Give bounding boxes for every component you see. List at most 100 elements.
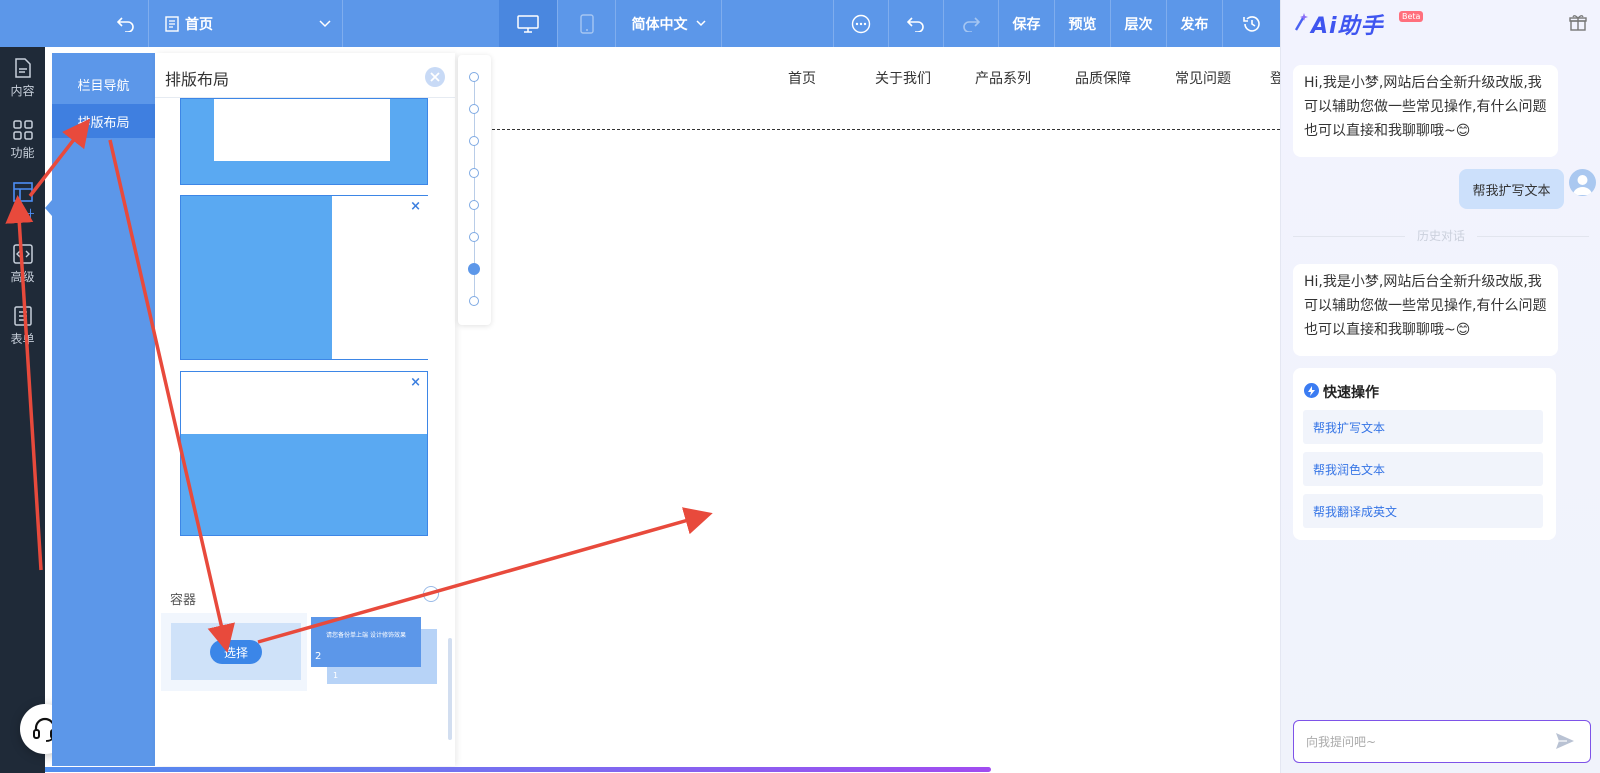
history-button[interactable] <box>1222 0 1280 47</box>
layout-thumb-top-frame[interactable] <box>180 98 428 185</box>
container-card-2[interactable]: 请您备份单上端 设计修饰效果 2 1 <box>311 613 441 691</box>
redo-icon <box>963 16 980 32</box>
rail-item-form[interactable]: 表单 <box>0 295 45 357</box>
site-nav-item[interactable]: 产品系列 <box>975 68 1031 88</box>
rail-item-features[interactable]: 功能 <box>0 109 45 171</box>
stepper-dot[interactable] <box>468 263 480 275</box>
assistant-greeting-bubble-2: Hi,我是小梦,网站后台全新升级改版,我可以辅助您做一些常见操作,有什么问题也可… <box>1293 264 1558 356</box>
stepper-dot[interactable] <box>469 232 479 242</box>
rail-item-label: 高级 <box>10 269 35 284</box>
form-icon <box>13 305 32 326</box>
panel-title: 排版布局 <box>165 70 230 89</box>
greeting-text: Hi,我是小梦,网站后台全新升级改版,我可以辅助您做一些常见操作,有什么问题也可… <box>1304 274 1547 338</box>
code-icon <box>12 243 33 264</box>
panel-scrollbar[interactable] <box>448 638 452 740</box>
publish-button[interactable]: 发布 <box>1166 0 1222 47</box>
language-label: 简体中文 <box>631 16 688 33</box>
quick-action-polish[interactable]: 帮我润色文本 <box>1303 452 1543 486</box>
ai-assistant-panel: Ai助手 Beta Hi,我是小梦,网站后台全新升级改版,我可以辅助您做一些常见… <box>1280 0 1600 773</box>
document-icon <box>14 57 31 78</box>
rail-item-label: 表单 <box>10 331 35 346</box>
more-dots-icon <box>851 14 871 33</box>
send-icon[interactable] <box>1555 732 1575 750</box>
undo-button[interactable] <box>888 0 943 47</box>
container-card-2-front: 请您备份单上端 设计修饰效果 <box>311 617 421 667</box>
site-header-divider <box>492 129 1280 130</box>
smile-emoji: 😊 <box>1455 123 1471 139</box>
history-divider: 历史对话 <box>1293 227 1589 244</box>
thumb-white-area <box>214 99 390 161</box>
site-nav-item[interactable]: 关于我们 <box>875 68 931 88</box>
save-button[interactable]: 保存 <box>998 0 1054 47</box>
panel-close-button[interactable] <box>425 67 445 87</box>
smile-emoji: 😊 <box>1455 322 1471 338</box>
page-selector[interactable]: 首页 <box>148 0 342 47</box>
stepper-dot[interactable] <box>469 136 479 146</box>
close-icon <box>430 72 440 82</box>
quick-actions-card: 快速操作 帮我扩写文本 帮我润色文本 帮我翻译成英文 <box>1293 368 1556 540</box>
stepper-dot[interactable] <box>469 104 479 114</box>
more-button[interactable] <box>833 0 888 47</box>
quick-action-translate[interactable]: 帮我翻译成英文 <box>1303 494 1543 528</box>
undo-arrow-icon <box>117 16 134 32</box>
subnav-item-column-nav[interactable]: 栏目导航 <box>52 67 155 101</box>
rail-item-label: 内容 <box>10 83 35 98</box>
stepper-dot[interactable] <box>469 200 479 210</box>
toolbar-divider <box>721 0 722 47</box>
stepper-dot[interactable] <box>469 168 479 178</box>
redo-button[interactable] <box>943 0 998 47</box>
container-section-label: 容器 <box>170 593 197 608</box>
subnav-item-layout[interactable]: 排版布局 <box>52 104 155 138</box>
remove-layout-icon[interactable]: × <box>410 200 421 214</box>
preview-button[interactable]: 预览 <box>1054 0 1110 47</box>
back-button[interactable] <box>104 0 148 47</box>
gift-icon[interactable] <box>1569 14 1587 32</box>
chevron-down-icon <box>319 20 331 28</box>
rail-item-content[interactable]: 内容 <box>0 47 45 109</box>
stepper-dot[interactable] <box>469 72 479 82</box>
rail-item-design[interactable]: 设计 <box>0 171 45 233</box>
user-avatar <box>1569 169 1596 196</box>
layout-panel: 排版布局 × × 容器 选择 请您备份单上端 设计修饰效果 2 1 <box>155 53 455 766</box>
top-toolbar: 首页 简体中文 保存 预览 层次 发布 <box>0 0 1280 47</box>
container-card-2-number: 2 <box>315 651 322 662</box>
history-clock-icon <box>1242 15 1260 32</box>
thumb-white-area <box>181 372 427 434</box>
beta-badge: Beta <box>1399 11 1424 22</box>
rail-item-advanced[interactable]: 高级 <box>0 233 45 295</box>
layout-thumb-two-row[interactable]: × <box>180 371 428 536</box>
layout-thumb-two-column[interactable]: × <box>180 195 428 360</box>
page-selector-label: 首页 <box>185 16 213 33</box>
desktop-icon <box>517 14 539 33</box>
select-button[interactable]: 选择 <box>210 640 262 664</box>
ai-assistant-logo: Ai助手 <box>1311 14 1384 39</box>
user-avatar-icon <box>1573 175 1592 195</box>
undo-icon <box>907 16 924 32</box>
page-icon <box>165 15 179 32</box>
site-nav-item[interactable]: 登 <box>1270 68 1280 88</box>
user-message-bubble: 帮我扩写文本 <box>1459 169 1564 209</box>
layout-icon <box>12 181 33 202</box>
rail-item-label: 功能 <box>10 145 35 160</box>
mobile-icon <box>579 13 594 34</box>
layers-button[interactable]: 层次 <box>1110 0 1166 47</box>
remove-layout-icon[interactable]: × <box>410 376 421 390</box>
language-selector[interactable]: 简体中文 <box>615 0 721 47</box>
section-toggle-icon[interactable] <box>423 586 439 602</box>
quick-action-expand[interactable]: 帮我扩写文本 <box>1303 410 1543 444</box>
ask-input[interactable] <box>1293 720 1591 763</box>
stepper-dot[interactable] <box>469 296 479 306</box>
left-icon-rail: 内容 功能 设计 高级 表单 <box>0 47 45 773</box>
site-nav-item[interactable]: 首页 <box>788 68 816 88</box>
grid-icon <box>12 119 33 140</box>
toolbar-divider <box>342 0 343 47</box>
mobile-view-button[interactable] <box>557 0 615 47</box>
rail-item-label: 设计 <box>10 207 35 222</box>
design-subnav: 栏目导航 排版布局 <box>52 53 155 766</box>
desktop-view-button[interactable] <box>499 0 557 47</box>
editor-app: 首页 简体中文 保存 预览 层次 发布 内容 功能 设计 高级 表单 栏目导航 … <box>0 0 1600 773</box>
site-nav-item[interactable]: 常见问题 <box>1175 68 1231 88</box>
container-card-2-number-back: 1 <box>333 671 339 680</box>
layout-stepper <box>458 55 491 325</box>
site-nav-item[interactable]: 品质保障 <box>1075 68 1131 88</box>
